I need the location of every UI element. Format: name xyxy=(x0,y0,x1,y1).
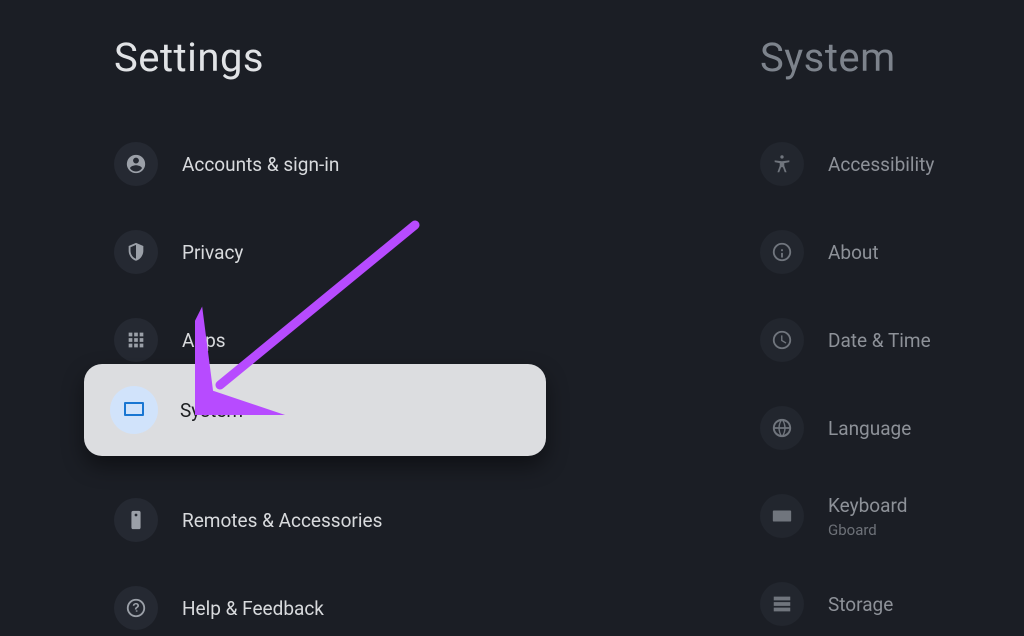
system-item-label: Storage xyxy=(828,593,893,616)
keyboard-icon xyxy=(760,494,804,538)
menu-item-accounts[interactable]: Accounts & sign-in xyxy=(114,120,544,208)
globe-icon xyxy=(760,406,804,450)
system-item-label: About xyxy=(828,241,879,264)
system-item-language[interactable]: Language xyxy=(760,384,1024,472)
info-icon xyxy=(760,230,804,274)
system-item-storage[interactable]: Storage xyxy=(760,560,1024,636)
system-item-about[interactable]: About xyxy=(760,208,1024,296)
menu-item-system-selected[interactable]: System xyxy=(84,364,546,456)
system-icon xyxy=(110,386,158,434)
menu-item-label: Help & Feedback xyxy=(182,597,324,620)
system-item-label: Accessibility xyxy=(828,153,934,176)
menu-item-label: Remotes & Accessories xyxy=(182,509,382,532)
system-item-datetime[interactable]: Date & Time xyxy=(760,296,1024,384)
menu-item-label: Apps xyxy=(182,329,226,352)
menu-item-label: System xyxy=(180,399,243,422)
menu-item-label: Accounts & sign-in xyxy=(182,153,339,176)
page-title: Settings xyxy=(114,34,264,81)
menu-item-remotes[interactable]: Remotes & Accessories xyxy=(114,476,544,564)
menu-item-privacy[interactable]: Privacy xyxy=(114,208,544,296)
shield-icon xyxy=(114,230,158,274)
system-item-accessibility[interactable]: Accessibility xyxy=(760,120,1024,208)
system-item-keyboard[interactable]: Keyboard Gboard xyxy=(760,472,1024,560)
system-item-label: Date & Time xyxy=(828,329,931,352)
storage-icon xyxy=(760,582,804,626)
system-item-text: Keyboard Gboard xyxy=(828,494,907,539)
menu-item-label: Privacy xyxy=(182,241,243,264)
clock-icon xyxy=(760,318,804,362)
accessibility-icon xyxy=(760,142,804,186)
system-item-label: Keyboard xyxy=(828,494,907,517)
help-icon xyxy=(114,586,158,630)
account-icon xyxy=(114,142,158,186)
settings-pane: Settings Accounts & sign-in Privacy Apps xyxy=(0,0,560,636)
system-pane: System Accessibility About Date & Time L… xyxy=(760,0,1024,636)
menu-item-help[interactable]: Help & Feedback xyxy=(114,564,544,636)
system-menu: Accessibility About Date & Time Language xyxy=(760,120,1024,636)
system-item-sublabel: Gboard xyxy=(828,521,907,539)
system-item-label: Language xyxy=(828,417,911,440)
apps-icon xyxy=(114,318,158,362)
remote-icon xyxy=(114,498,158,542)
system-title: System xyxy=(760,34,896,81)
